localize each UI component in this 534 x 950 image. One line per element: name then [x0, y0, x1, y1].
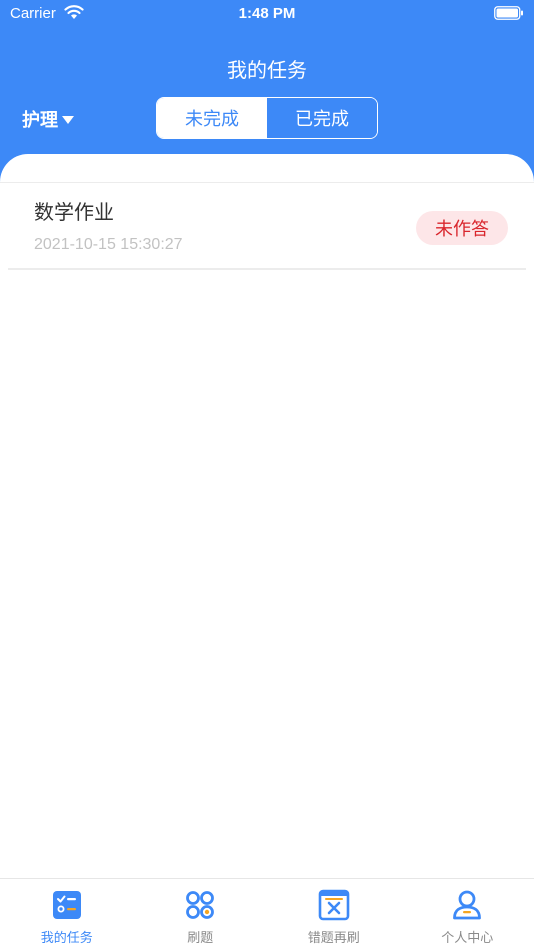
status-badge: 未作答 — [416, 211, 508, 245]
grid-circles-icon — [186, 891, 215, 919]
status-bar: Carrier 1:48 PM — [0, 0, 534, 28]
tab-label: 错题再刷 — [307, 931, 360, 946]
battery-icon — [494, 6, 523, 20]
tab-practice[interactable]: 刷题 — [134, 879, 268, 950]
tab-label: 个人中心 — [441, 931, 494, 946]
tab-my-tasks[interactable]: 我的任务 — [0, 879, 134, 950]
status-segmented-control: 未完成 已完成 — [156, 97, 378, 139]
tab-profile[interactable]: 个人中心 — [401, 879, 534, 950]
page-title: 我的任务 — [227, 58, 307, 82]
tab-wrong-questions[interactable]: 错题再刷 — [267, 879, 401, 950]
divider — [0, 182, 534, 183]
task-title: 数学作业 — [34, 200, 114, 224]
user-icon — [453, 890, 482, 920]
caret-down-icon — [62, 116, 74, 124]
segment-completed[interactable]: 已完成 — [267, 98, 377, 138]
task-timestamp: 2021-10-15 15:30:27 — [34, 236, 183, 253]
wrong-question-icon — [318, 889, 350, 921]
tab-label: 我的任务 — [40, 931, 93, 946]
tab-bar: 我的任务 刷题 错题再刷 个人中心 — [0, 878, 534, 950]
task-list-icon — [52, 891, 81, 919]
segment-incomplete[interactable]: 未完成 — [157, 98, 267, 138]
category-dropdown[interactable]: 护理 — [22, 106, 74, 132]
task-list-panel: 数学作业 2021-10-15 15:30:27 未作答 — [0, 154, 534, 878]
status-time: 1:48 PM — [238, 5, 296, 22]
category-label: 护理 — [22, 110, 58, 131]
task-card[interactable]: 数学作业 2021-10-15 15:30:27 未作答 — [8, 184, 526, 270]
tab-label: 刷题 — [187, 931, 214, 946]
